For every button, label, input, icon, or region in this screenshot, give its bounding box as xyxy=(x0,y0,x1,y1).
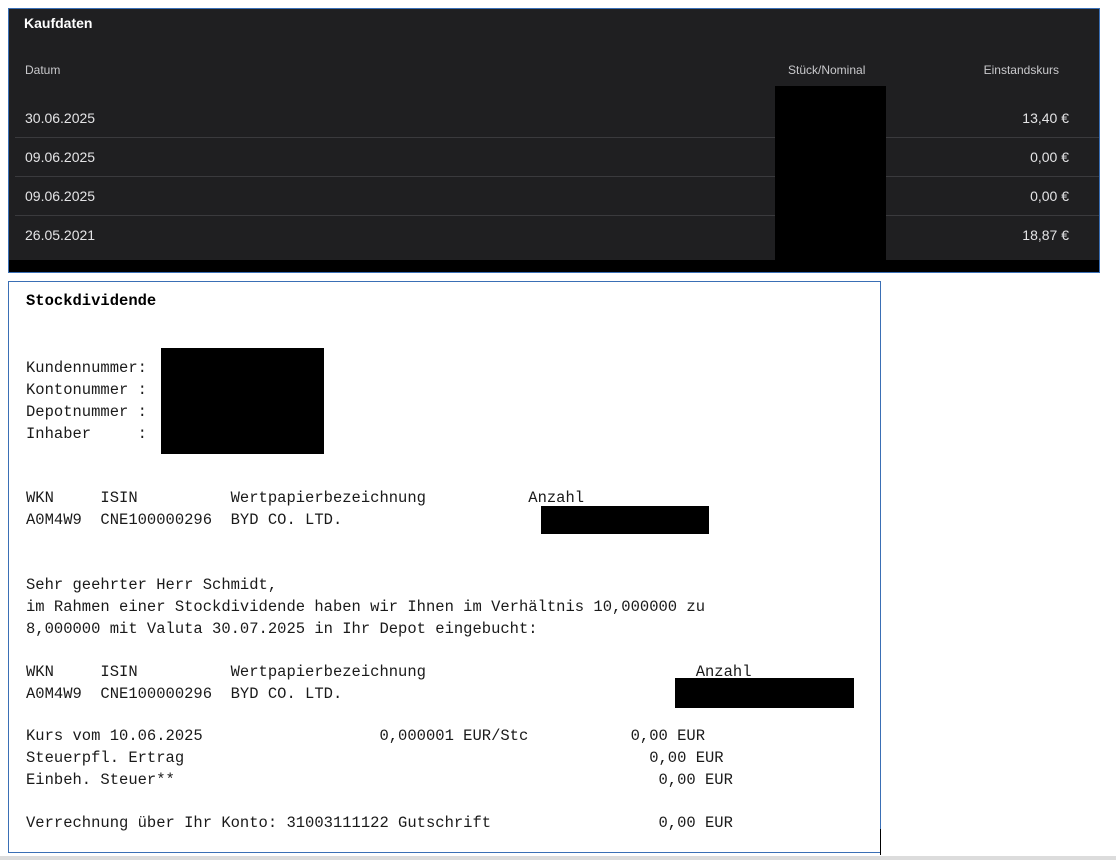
table1-row: A0M4W9 CNE100000296 BYD CO. LTD. xyxy=(26,511,343,529)
column-header-datum[interactable]: Datum xyxy=(25,63,60,77)
kaufdaten-panel: Kaufdaten Datum Stück/Nominal Einstandsk… xyxy=(8,8,1100,273)
table1-header: WKN ISIN Wertpapierbezeichnung Anzahl xyxy=(26,489,585,507)
row-einstandskurs: 18,87 € xyxy=(1022,227,1069,243)
divider-tick xyxy=(880,829,881,855)
salutation: Sehr geehrter Herr Schmidt, xyxy=(26,576,278,594)
table-row[interactable]: 30.06.2025 13,40 € xyxy=(15,98,1099,138)
redaction-anzahl-1 xyxy=(541,506,709,534)
row-datum: 09.06.2025 xyxy=(25,149,96,165)
table2-row: A0M4W9 CNE100000296 BYD CO. LTD. xyxy=(26,685,343,703)
steuerpfl-line: Steuerpfl. Ertrag 0,00 EUR xyxy=(26,749,724,767)
body-line-2: 8,000000 mit Valuta 30.07.2025 in Ihr De… xyxy=(26,620,538,638)
stockdividende-document: Stockdividende Kundennummer: Kontonummer… xyxy=(8,281,881,853)
column-header-einstandskurs[interactable]: Einstandskurs xyxy=(984,63,1059,77)
verrechnung-line: Verrechnung über Ihr Konto: 31003111122 … xyxy=(26,814,733,832)
row-datum: 30.06.2025 xyxy=(25,110,96,126)
table-row[interactable]: 09.06.2025 0,00 € xyxy=(15,137,1099,177)
column-header-stueck[interactable]: Stück/Nominal xyxy=(788,63,865,77)
kaufdaten-title: Kaufdaten xyxy=(24,15,93,31)
kontonummer-label: Kontonummer : xyxy=(26,381,147,399)
table2-header: WKN ISIN Wertpapierbezeichnung Anzahl xyxy=(26,663,752,681)
depotnummer-label: Depotnummer : xyxy=(26,403,147,421)
row-einstandskurs: 13,40 € xyxy=(1022,110,1069,126)
document-title: Stockdividende xyxy=(26,292,157,310)
row-datum: 26.05.2021 xyxy=(25,227,96,243)
kundennummer-label: Kundennummer: xyxy=(26,359,147,377)
table-row[interactable]: 09.06.2025 0,00 € xyxy=(15,176,1099,216)
redaction-stueck-column xyxy=(775,86,886,260)
row-datum: 09.06.2025 xyxy=(25,188,96,204)
redaction-customer-data xyxy=(161,348,324,454)
kurs-line: Kurs vom 10.06.2025 0,000001 EUR/Stc 0,0… xyxy=(26,727,706,745)
einbeh-steuer-line: Einbeh. Steuer** 0,00 EUR xyxy=(26,771,733,789)
panel-bottom-bar xyxy=(9,260,1099,272)
table-row[interactable]: 26.05.2021 18,87 € xyxy=(15,215,1099,254)
row-einstandskurs: 0,00 € xyxy=(1030,188,1069,204)
bottom-scroll-edge xyxy=(0,856,1116,860)
inhaber-label: Inhaber : xyxy=(26,425,147,443)
redaction-anzahl-2 xyxy=(675,678,854,708)
body-line-1: im Rahmen einer Stockdividende haben wir… xyxy=(26,598,706,616)
row-einstandskurs: 0,00 € xyxy=(1030,149,1069,165)
